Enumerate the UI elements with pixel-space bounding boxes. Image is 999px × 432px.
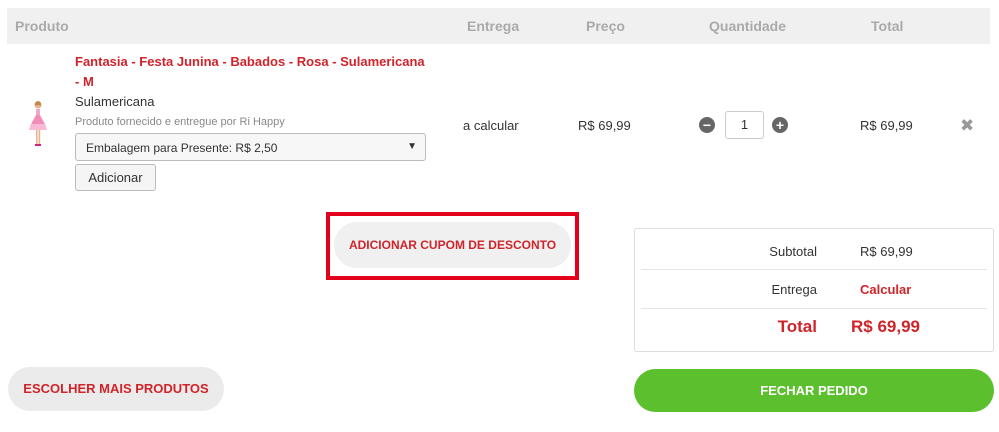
product-brand: Sulamericana <box>75 94 155 109</box>
total-value: R$ 69,99 <box>851 317 920 336</box>
quantity-input[interactable]: 1 <box>725 111 764 139</box>
add-gift-wrap-button[interactable]: Adicionar <box>75 164 156 191</box>
summary-total-row: Total R$ 69,99 <box>641 309 987 349</box>
product-thumbnail[interactable] <box>26 100 50 150</box>
summary-subtotal-row: Subtotal R$ 69,99 <box>641 229 987 270</box>
subtotal-value: R$ 69,99 <box>860 244 913 259</box>
minus-icon[interactable]: − <box>699 117 715 133</box>
header-quantity: Quantidade <box>709 18 787 34</box>
item-delivery: a calcular <box>463 118 519 133</box>
product-name-link[interactable]: Fantasia - Festa Junina - Babados - Rosa… <box>75 52 430 92</box>
item-total: R$ 69,99 <box>860 118 913 133</box>
header-product: Produto <box>15 18 69 34</box>
order-summary: Subtotal R$ 69,99 Entrega Calcular Total… <box>634 228 994 352</box>
header-price: Preço <box>586 18 625 34</box>
gift-wrap-select[interactable]: Embalagem para Presente: R$ 2,50 ▼ <box>75 133 426 161</box>
choose-more-products-button[interactable]: ESCOLHER MAIS PRODUTOS <box>8 367 224 411</box>
product-seller: Produto fornecido e entregue por Ri Happ… <box>75 116 285 128</box>
cart-table-header: Produto Entrega Preço Quantidade Total <box>7 8 990 44</box>
delivery-label: Entrega <box>771 282 817 297</box>
header-delivery: Entrega <box>467 18 520 34</box>
item-price: R$ 69,99 <box>578 118 631 133</box>
chevron-down-icon: ▼ <box>407 141 417 152</box>
plus-icon[interactable]: + <box>772 117 788 133</box>
total-label: Total <box>777 317 817 336</box>
header-total: Total <box>871 18 904 34</box>
subtotal-label: Subtotal <box>769 244 817 259</box>
close-icon[interactable]: ✖ <box>960 116 974 136</box>
summary-delivery-row: Entrega Calcular <box>641 270 987 309</box>
add-coupon-button[interactable]: ADICIONAR CUPOM DE DESCONTO <box>334 222 571 268</box>
gift-wrap-selected-value: Embalagem para Presente: R$ 2,50 <box>86 141 278 155</box>
calculate-delivery-link[interactable]: Calcular <box>860 282 911 297</box>
checkout-button[interactable]: FECHAR PEDIDO <box>634 369 994 412</box>
